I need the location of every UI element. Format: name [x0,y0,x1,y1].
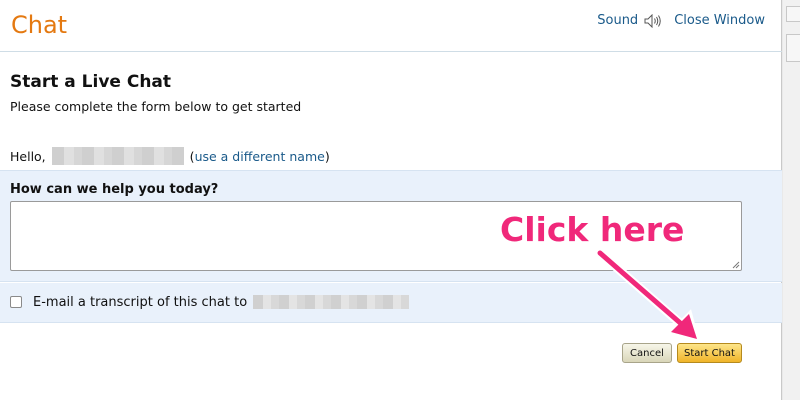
transcript-label: E-mail a transcript of this chat to [33,294,248,310]
form-subheading: Please complete the form below to get st… [10,99,302,114]
chat-window: Chat Sound Close Window Start a Live Cha… [0,0,782,400]
form-heading: Start a Live Chat [10,72,172,92]
speaker-icon[interactable] [644,13,662,28]
redacted-user-name [51,147,184,165]
email-transcript-checkbox[interactable] [10,296,22,308]
greeting-label: Hello, [10,148,46,164]
greeting-row: Hello, ( use a different name ) [10,147,330,165]
resize-grip-icon[interactable] [731,260,740,269]
start-chat-button[interactable]: Start Chat [677,343,742,363]
help-question-label: How can we help you today? [10,182,219,197]
transcript-row: E-mail a transcript of this chat to [33,294,410,310]
redacted-email-address [253,295,410,309]
sound-toggle-link[interactable]: Sound [597,13,638,28]
transcript-panel: E-mail a transcript of this chat to [0,283,782,323]
header-links: Sound Close Window [597,13,765,28]
click-here-annotation: Click here [500,210,685,249]
background-control [786,6,800,22]
cancel-button[interactable]: Cancel [622,343,672,363]
background-window-edge [783,0,800,400]
close-window-link[interactable]: Close Window [674,13,765,28]
use-different-name-link[interactable]: use a different name [195,149,325,164]
chat-header: Chat Sound Close Window [0,0,782,52]
background-control [786,34,800,62]
close-paren: ) [324,148,330,164]
page-title: Chat [11,11,68,39]
